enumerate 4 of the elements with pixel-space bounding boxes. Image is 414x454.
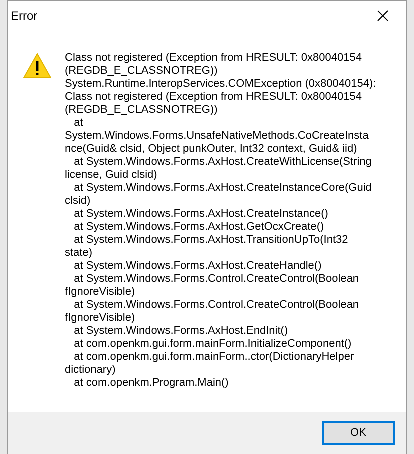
- ok-button[interactable]: OK: [322, 421, 395, 445]
- window-title: Error: [11, 9, 38, 23]
- warning-icon: [23, 53, 52, 79]
- error-message: Class not registered (Exception from HRESULT: 0x80040154 (REGDB_E_CLASSNOTREG)) System.Runtime.InteropServices.COMException (0x80040154): Class not registered (Exception from HRESULT: 0x80040154 (REGDB_E_CLASSNOTREG)) at System.Windows.Forms.UnsafeNativeMethods.CoCreateInsta nce(Guid& clsid, Object punkOuter, Int32 context, Guid& iid) at System.Windows.Forms.AxHost.CreateWithLicense(String license, Guid clsid) at System.Windows.Forms.AxHost.CreateInstanceCore(Guid clsid) at System.Windows.Forms.AxHost.CreateInstance() at System.Windows.Forms.AxHost.GetOcxCreate() at System.Windows.Forms.AxHost.TransitionUpTo(Int32 state) at System.Windows.Forms.AxHost.CreateHandle() at System.Windows.Forms.Control.CreateControl(Boolean fIgnoreVisible) at System.Windows.Forms.Control.CreateControl(Boolean fIgnoreVisible) at System.Windows.Forms.AxHost.EndInit() at com.openkm.gui.form.mainForm.InitializeComponent() at com.openkm.gui.form.mainForm..ctor(DictionaryHelper dictionary) at com.openkm.Program.Main(): [65, 52, 376, 391]
